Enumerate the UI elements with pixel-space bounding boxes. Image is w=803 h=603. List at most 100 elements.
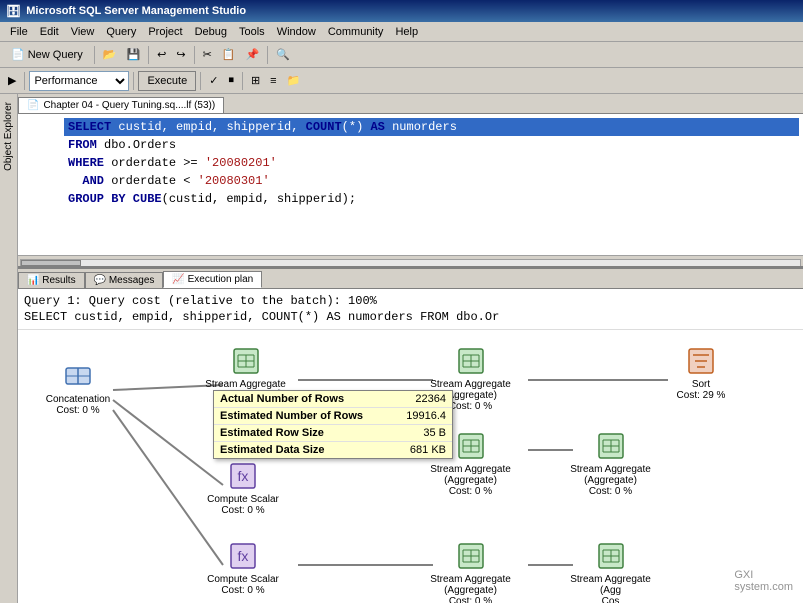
sort-icon xyxy=(685,345,717,377)
compute-scalar-2-icon: fx xyxy=(227,540,259,572)
stream-agg-3-icon xyxy=(455,430,487,462)
toolbar-separator-4 xyxy=(267,46,268,64)
tooltip-label-1: Actual Number of Rows xyxy=(220,393,344,405)
menu-debug[interactable]: Debug xyxy=(189,24,233,40)
menu-view[interactable]: View xyxy=(65,24,101,40)
svg-text:fx: fx xyxy=(238,548,249,564)
tooltip-row-3: Estimated Row Size 35 B xyxy=(214,425,452,442)
toolbar2-sep-2 xyxy=(133,72,134,90)
stream-agg-5-label: Stream Aggregate(Aggregate) xyxy=(428,574,513,596)
svg-text:fx: fx xyxy=(238,468,249,484)
compute-scalar-2-cost: Cost: 0 % xyxy=(203,585,283,596)
stream-agg-5-icon xyxy=(455,540,487,572)
plan-header: Query 1: Query cost (relative to the bat… xyxy=(18,289,803,330)
tab-execution-plan[interactable]: 📈 Execution plan xyxy=(163,271,262,288)
stream-agg-2-icon xyxy=(455,345,487,377)
find-button[interactable]: 🔍 xyxy=(272,44,294,66)
menu-help[interactable]: Help xyxy=(389,24,424,40)
debug-button[interactable]: ▶ xyxy=(4,70,20,92)
stream-agg-4-label: Stream Aggregate(Aggregate) xyxy=(568,464,653,486)
undo-button[interactable]: ↩ xyxy=(153,44,170,66)
stream-agg-6-icon xyxy=(595,540,627,572)
tooltip-popup: Actual Number of Rows 22364 Estimated Nu… xyxy=(213,390,453,459)
toolbar2-sep-1 xyxy=(24,72,25,90)
stream-aggregate-6-node[interactable]: Stream Aggregate(Agg Cos xyxy=(568,540,653,603)
tooltip-value-2: 19916.4 xyxy=(406,410,446,422)
concatenation-node[interactable]: Concatenation Cost: 0 % xyxy=(38,360,118,416)
compute-scalar-1-node[interactable]: fx Compute Scalar Cost: 0 % xyxy=(203,460,283,516)
menu-bar: File Edit View Query Project Debug Tools… xyxy=(0,22,803,42)
results-text-button[interactable]: ≡ xyxy=(266,70,280,92)
cancel-button[interactable]: ⏹ xyxy=(224,70,238,92)
stream-agg-4-cost: Cost: 0 % xyxy=(568,486,653,497)
editor-tab-bar: 📄 Chapter 04 - Query Tuning.sq....lf (53… xyxy=(18,94,803,114)
stream-agg-3-label: Stream Aggregate(Aggregate) xyxy=(428,464,513,486)
concatenation-cost: Cost: 0 % xyxy=(38,405,118,416)
menu-tools[interactable]: Tools xyxy=(233,24,271,40)
save-button[interactable]: 💾 xyxy=(122,44,144,66)
compute-scalar-2-node[interactable]: fx Compute Scalar Cost: 0 % xyxy=(203,540,283,596)
toolbar2-sep-4 xyxy=(242,72,243,90)
tab-results[interactable]: 📊 Results xyxy=(18,272,85,288)
toolbar-separator-3 xyxy=(194,46,195,64)
sort-cost: Cost: 29 % xyxy=(666,390,736,401)
stream-agg-6-label: Stream Aggregate(Agg xyxy=(568,574,653,596)
results-file-button[interactable]: 📁 xyxy=(283,70,305,92)
tooltip-row-4: Estimated Data Size 681 KB xyxy=(214,442,452,458)
cut-button[interactable]: ✂ xyxy=(199,44,216,66)
copy-button[interactable]: 📋 xyxy=(218,44,240,66)
open-button[interactable]: 📂 xyxy=(99,44,121,66)
new-query-button[interactable]: 📄 New Query xyxy=(4,45,90,64)
query-editor[interactable]: 📄 Chapter 04 - Query Tuning.sq....lf (53… xyxy=(18,94,803,269)
tooltip-label-3: Estimated Row Size xyxy=(220,427,324,439)
parse-button[interactable]: ✓ xyxy=(205,70,222,92)
toolbar-2: ▶ Performance Execute ✓ ⏹ ⊞ ≡ 📁 xyxy=(0,68,803,94)
stream-agg-4-icon xyxy=(595,430,627,462)
tooltip-row-1: Actual Number of Rows 22364 xyxy=(214,391,452,408)
results-area: 📊 Results 💬 Messages 📈 Execution plan Qu… xyxy=(18,269,803,603)
editor-tab-icon: 📄 xyxy=(27,100,39,111)
new-query-icon: 📄 xyxy=(11,48,25,61)
tooltip-value-4: 681 KB xyxy=(410,444,446,456)
tooltip-label-4: Estimated Data Size xyxy=(220,444,325,456)
scrollbar-track[interactable] xyxy=(20,259,801,267)
results-tab-bar: 📊 Results 💬 Messages 📈 Execution plan xyxy=(18,269,803,289)
menu-project[interactable]: Project xyxy=(142,24,188,40)
menu-window[interactable]: Window xyxy=(271,24,322,40)
concatenation-label: Concatenation xyxy=(38,394,118,405)
stream-agg-1-icon xyxy=(230,345,262,377)
tab-messages[interactable]: 💬 Messages xyxy=(85,272,164,288)
menu-edit[interactable]: Edit xyxy=(34,24,65,40)
plan-header-line1: Query 1: Query cost (relative to the bat… xyxy=(24,293,797,309)
object-explorer-sidebar[interactable]: Object Explorer xyxy=(0,94,18,603)
execution-plan-area: Query 1: Query cost (relative to the bat… xyxy=(18,289,803,603)
toolbar2-sep-3 xyxy=(200,72,201,90)
paste-button[interactable]: 📌 xyxy=(242,44,264,66)
menu-file[interactable]: File xyxy=(4,24,34,40)
object-explorer-label[interactable]: Object Explorer xyxy=(1,98,16,175)
results-grid-button[interactable]: ⊞ xyxy=(247,70,264,92)
horizontal-scrollbar[interactable] xyxy=(18,255,803,269)
app-icon: 🗄 xyxy=(6,4,21,18)
new-query-label: New Query xyxy=(28,49,83,61)
database-selector[interactable]: Performance xyxy=(29,71,129,91)
sort-node[interactable]: Sort Cost: 29 % xyxy=(666,345,736,401)
execute-label: Execute xyxy=(147,75,187,87)
editor-tab[interactable]: 📄 Chapter 04 - Query Tuning.sq....lf (53… xyxy=(18,97,224,113)
stream-aggregate-4-node[interactable]: Stream Aggregate(Aggregate) Cost: 0 % xyxy=(568,430,653,497)
menu-query[interactable]: Query xyxy=(100,24,142,40)
menu-community[interactable]: Community xyxy=(322,24,390,40)
tooltip-row-2: Estimated Number of Rows 19916.4 xyxy=(214,408,452,425)
content-area: 📄 Chapter 04 - Query Tuning.sq....lf (53… xyxy=(18,94,803,603)
concatenation-icon xyxy=(62,360,94,392)
title-bar: 🗄 Microsoft SQL Server Management Studio xyxy=(0,0,803,22)
tooltip-value-3: 35 B xyxy=(423,427,446,439)
plan-diagram[interactable]: Concatenation Cost: 0 % xyxy=(18,330,803,603)
execute-button[interactable]: Execute xyxy=(138,71,196,91)
stream-aggregate-5-node[interactable]: Stream Aggregate(Aggregate) Cost: 0 % xyxy=(428,540,513,603)
redo-button[interactable]: ↪ xyxy=(172,44,189,66)
main-layout: Object Explorer 📄 Chapter 04 - Query Tun… xyxy=(0,94,803,603)
toolbar-separator-1 xyxy=(94,46,95,64)
scrollbar-thumb[interactable] xyxy=(21,260,81,266)
editor-content[interactable]: SELECT custid, empid, shipperid, COUNT(*… xyxy=(18,114,803,255)
